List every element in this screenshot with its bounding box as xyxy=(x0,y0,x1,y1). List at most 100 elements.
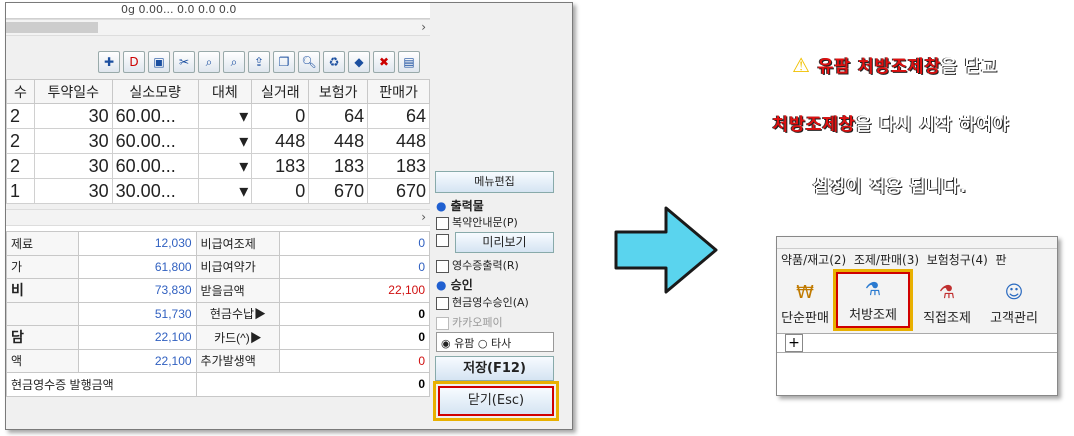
tool-prescription[interactable]: ⚗ 처방조제 xyxy=(836,272,910,328)
summary-label xyxy=(6,301,79,326)
table-row[interactable]: 2 30 60.00... ▾ 0 64 64 xyxy=(6,103,430,129)
radio-selected-icon[interactable]: ◉ xyxy=(441,337,451,350)
checkbox-icon[interactable] xyxy=(436,216,449,230)
col-header: 실소모량 xyxy=(111,79,199,104)
tool-label: 직접조제 xyxy=(923,311,971,326)
cell: 448 xyxy=(308,128,369,154)
vendor-radio-group: ◉ 유팜 ○ 타사 xyxy=(436,332,554,352)
card-button[interactable]: 카드(^)▶ xyxy=(195,325,281,350)
menu-item-dispense[interactable]: 조제/판매(3) xyxy=(854,253,919,267)
tool-label: 고객관리 xyxy=(990,311,1038,326)
cell: 30 xyxy=(33,178,113,204)
message-line-3: 설정이 적용 됩니다. xyxy=(812,177,968,197)
bag-plus-icon[interactable]: ✚ xyxy=(98,51,120,73)
card-input[interactable]: 0 xyxy=(279,325,430,350)
search-doc-icon[interactable]: ⌕ xyxy=(198,51,220,73)
table-row[interactable]: 1 30 30.00... ▾ 0 670 670 xyxy=(6,178,430,204)
copy-icon[interactable]: ❐ xyxy=(273,51,295,73)
summary-label: 담 xyxy=(6,325,79,350)
summary-value: 0 xyxy=(279,254,430,279)
summary-label: 제료 xyxy=(6,231,79,256)
doc-search-icon[interactable]: 🔍︎ xyxy=(298,51,320,73)
window-top-strip xyxy=(777,237,1057,249)
cash-input[interactable]: 0 xyxy=(279,301,430,326)
radio-upharm[interactable]: 유팜 xyxy=(454,337,474,350)
cell: 64 xyxy=(367,103,430,129)
right-screenshot: 약품/재고(2) 조제/판매(3) 보험청구(4) 판 ₩ 단순판매 ⚗ 처방조… xyxy=(776,236,1058,396)
table-hscroll[interactable]: › xyxy=(6,209,430,226)
checkbox-icon[interactable] xyxy=(436,259,449,273)
guide-label: 복약안내문(P) xyxy=(452,216,518,229)
right-arrow-icon xyxy=(614,206,718,294)
cash-approve-checkbox[interactable]: 현금영수승인(A) xyxy=(436,294,529,310)
summary-value: 73,830 xyxy=(77,278,197,303)
cell: 0 xyxy=(251,103,310,129)
cell: 2 xyxy=(6,153,35,179)
kakao-checkbox[interactable]: 카카오페이 xyxy=(436,314,503,330)
export-icon[interactable]: ⇪ xyxy=(248,51,270,73)
save-button[interactable]: 저장(F12) xyxy=(435,356,554,381)
tool-label: 처방조제 xyxy=(849,308,897,323)
radio-other[interactable]: 타사 xyxy=(491,337,511,350)
tool-direct-dispense[interactable]: ⚗ 직접조제 xyxy=(917,277,977,329)
top-row: 0g 0.00... 0.0 0.0 0.0 xyxy=(6,3,430,19)
substitute-dropdown[interactable]: ▾ xyxy=(197,153,253,179)
tool-simple-sale[interactable]: ₩ 단순판매 xyxy=(779,277,831,329)
menu-item-more[interactable]: 판 xyxy=(996,253,1007,267)
cell: 1 xyxy=(6,178,35,204)
menu-edit-button[interactable]: 메뉴편집 xyxy=(435,171,554,193)
receipt-checkbox[interactable]: 영수증출력(R) xyxy=(436,257,519,273)
tool-customer[interactable]: ☺ 고객관리 xyxy=(983,277,1045,329)
cell: 30 xyxy=(33,128,113,154)
checkbox-icon[interactable] xyxy=(436,233,449,247)
cash-approve-label: 현금영수승인(A) xyxy=(452,296,529,309)
col-header: 수 xyxy=(6,79,35,104)
search-doc2-icon[interactable]: ⌕ xyxy=(223,51,245,73)
substitute-dropdown[interactable]: ▾ xyxy=(197,178,253,204)
cell: 60.00... xyxy=(111,153,199,179)
table-row[interactable]: 2 30 60.00... ▾ 183 183 183 xyxy=(6,153,430,179)
cash-receive-button[interactable]: 현금수납▶ xyxy=(195,301,281,326)
menu-item-claim[interactable]: 보험청구(4) xyxy=(927,253,988,267)
preview-button[interactable]: 미리보기 xyxy=(455,232,554,253)
table-header: 수 투약일수 실소모량 대체 실거래 보험가 판매가 xyxy=(6,79,430,104)
bullet-icon: ● xyxy=(436,278,447,292)
checkbox-icon[interactable] xyxy=(436,296,449,310)
summary-label: 받을금액 xyxy=(195,278,281,303)
cell: 64 xyxy=(308,103,369,129)
scissors-icon[interactable]: ✂ xyxy=(173,51,195,73)
screen-icon[interactable]: ▣ xyxy=(148,51,170,73)
dur-plus-icon[interactable]: D xyxy=(123,51,145,73)
delete-all-icon[interactable]: ▤ xyxy=(398,51,420,73)
approve-title: 승인 xyxy=(450,278,473,292)
summary-value: 12,030 xyxy=(77,231,197,256)
preview-checkbox[interactable] xyxy=(436,233,452,247)
pill-icon[interactable]: ◆ xyxy=(348,51,370,73)
table-row[interactable]: 2 30 60.00... ▾ 448 448 448 xyxy=(6,128,430,154)
top-hscroll[interactable]: › xyxy=(6,19,430,36)
kakao-label: 카카오페이 xyxy=(452,316,503,329)
cell: 183 xyxy=(308,153,369,179)
message-line-2: 처방조제창을 다시 시작 하여야 xyxy=(716,110,1066,135)
delete-icon[interactable]: ✖ xyxy=(373,51,395,73)
warning-icon: ⚠ xyxy=(791,53,811,77)
menu-item-drugs[interactable]: 약품/재고(2) xyxy=(781,253,846,267)
close-button[interactable]: 닫기(Esc) xyxy=(438,386,554,416)
substitute-dropdown[interactable]: ▾ xyxy=(197,103,253,129)
cell: 30 xyxy=(33,103,113,129)
checkbox-icon[interactable] xyxy=(436,316,449,330)
cell: 183 xyxy=(367,153,430,179)
cell: 448 xyxy=(367,128,430,154)
recycle-icon[interactable]: ♻ xyxy=(323,51,345,73)
summary-value: 0 xyxy=(279,348,430,373)
summary-value: 61,800 xyxy=(77,254,197,279)
radio-icon[interactable]: ○ xyxy=(478,337,488,350)
add-tab-button[interactable]: + xyxy=(785,334,803,352)
col-header: 투약일수 xyxy=(33,79,113,104)
approve-section: ● 승인 xyxy=(436,276,473,293)
cell: 60.00... xyxy=(111,128,199,154)
substitute-dropdown[interactable]: ▾ xyxy=(197,128,253,154)
message-text: 을 다시 시작 하여야 xyxy=(855,115,1010,135)
guide-checkbox[interactable]: 복약안내문(P) xyxy=(436,214,518,230)
receipt-label: 영수증출력(R) xyxy=(452,259,519,272)
